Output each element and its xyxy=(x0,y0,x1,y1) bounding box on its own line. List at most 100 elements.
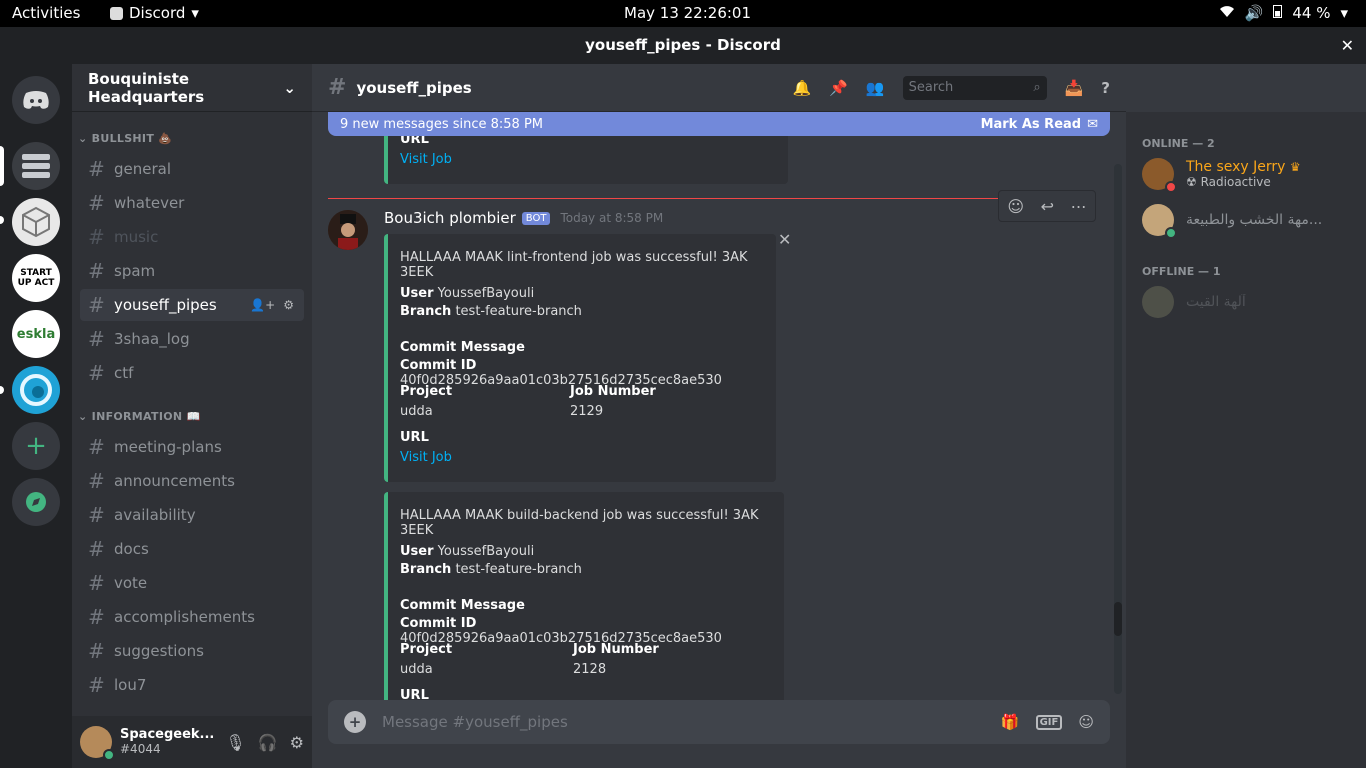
new-messages-bar[interactable]: 9 new messages since 8:58 PM Mark As Rea… xyxy=(328,112,1110,136)
bell-icon[interactable]: 🔔 xyxy=(793,79,812,97)
discord-logo-icon xyxy=(23,91,49,109)
help-icon[interactable]: ? xyxy=(1101,79,1110,97)
online-status-icon xyxy=(1165,227,1177,239)
channel-announcements[interactable]: # announcements xyxy=(80,465,304,497)
member-status: Radioactive xyxy=(1200,175,1271,189)
system-tray[interactable]: 🔊 44 % ▾ xyxy=(1219,4,1348,22)
channel-availability[interactable]: # availability xyxy=(80,499,304,531)
emoji-icon[interactable]: ☺ xyxy=(1078,713,1094,731)
channel-label: docs xyxy=(114,540,149,558)
hashtag-icon: # xyxy=(88,503,105,527)
offline-category: OFFLINE — 1 xyxy=(1142,265,1221,278)
visit-job-link[interactable]: Visit Job xyxy=(400,450,452,465)
gift-icon[interactable]: 🎁 xyxy=(1001,713,1020,731)
home-button[interactable] xyxy=(12,76,60,124)
clock[interactable]: May 13 22:26:01 xyxy=(624,4,751,22)
message-timestamp[interactable]: Today at 8:58 PM xyxy=(560,211,663,225)
activities-button[interactable]: Activities xyxy=(12,4,80,22)
server-header[interactable]: Bouquiniste Headquarters ⌄ xyxy=(72,64,312,112)
guild-cube[interactable] xyxy=(12,198,60,246)
channel-whatever[interactable]: # whatever xyxy=(80,187,304,219)
new-messages-divider xyxy=(328,198,1018,199)
cube-icon xyxy=(22,206,50,238)
unread-indicator xyxy=(0,216,4,224)
member-item[interactable]: مهة الخشب والطبيعة... xyxy=(1142,198,1362,242)
category-information[interactable]: ⌄ INFORMATION 📖 xyxy=(78,410,201,423)
search-input[interactable]: Search ⌕ xyxy=(902,75,1047,100)
user-label: User xyxy=(400,286,434,301)
guild-eskla[interactable]: eskla xyxy=(12,310,60,358)
add-server-button[interactable]: + xyxy=(12,422,60,470)
wifi-icon xyxy=(1219,4,1235,22)
pin-icon[interactable]: 📌 xyxy=(829,79,848,97)
category-label: BULLSHIT 💩 xyxy=(91,132,173,145)
guild-bouquiniste[interactable] xyxy=(12,142,60,190)
startup-act-logo: START UP ACT xyxy=(17,268,55,288)
radioactive-icon: ☢ xyxy=(1186,175,1197,189)
channel-general[interactable]: # general xyxy=(80,153,304,185)
active-guild-indicator xyxy=(0,146,4,186)
chevron-down-icon: ⌄ xyxy=(78,132,88,145)
member-item[interactable]: آلهة القيت xyxy=(1142,280,1362,324)
gear-icon[interactable]: ⚙ xyxy=(290,733,304,752)
channel-vote[interactable]: # vote xyxy=(80,567,304,599)
message-input[interactable]: Message #youseff_pipes xyxy=(382,713,568,731)
scrollbar-thumb[interactable] xyxy=(1114,602,1122,636)
microphone-icon[interactable]: 🎙 xyxy=(225,733,245,752)
window-title: youseff_pipes - Discord xyxy=(585,36,781,54)
user-info[interactable]: Spacegeek... #4044 xyxy=(120,728,214,757)
hashtag-icon: # xyxy=(88,361,105,385)
hashtag-icon: # xyxy=(88,259,105,283)
visit-job-link[interactable]: Visit Job xyxy=(400,152,452,167)
channel-label: whatever xyxy=(114,194,185,212)
avatar[interactable] xyxy=(80,726,115,761)
inbox-icon[interactable]: 📥 xyxy=(1065,79,1084,97)
plus-icon[interactable]: + xyxy=(344,711,366,733)
channel-lou7[interactable]: # lou7 xyxy=(80,669,304,701)
channel-accomplishements[interactable]: # accomplishements xyxy=(80,601,304,633)
channel-label: suggestions xyxy=(114,642,204,660)
user-value: YoussefBayouli xyxy=(437,286,535,301)
channel-music[interactable]: # music xyxy=(80,221,304,253)
mark-as-read-button[interactable]: Mark As Read xyxy=(981,117,1082,132)
gif-icon[interactable]: GIF xyxy=(1035,714,1063,730)
message-composer[interactable]: + Message #youseff_pipes 🎁 GIF ☺ xyxy=(328,700,1110,744)
system-topbar: Activities Discord ▾ May 13 22:26:01 🔊 4… xyxy=(0,0,1366,27)
add-reaction-icon[interactable]: ☺ xyxy=(1007,197,1024,216)
channel-spam[interactable]: # spam xyxy=(80,255,304,287)
member-name: The sexy Jerry xyxy=(1186,159,1286,175)
hashtag-icon: # xyxy=(88,469,105,493)
channel-meeting-plans[interactable]: # meeting-plans xyxy=(80,431,304,463)
member-item[interactable]: The sexy Jerry ♛ ☢ Radioactive xyxy=(1142,152,1362,196)
close-icon[interactable]: ✕ xyxy=(1341,27,1354,64)
message-author[interactable]: Bou3ich plombier xyxy=(384,209,516,227)
explore-servers-button[interactable] xyxy=(12,478,60,526)
headphones-icon[interactable]: 🎧 xyxy=(258,733,278,752)
channel-3shaa-log[interactable]: #3shaa_log xyxy=(80,323,304,355)
channel-label: meeting-plans xyxy=(114,438,222,456)
guild-wave[interactable] xyxy=(12,366,60,414)
avatar[interactable] xyxy=(328,210,368,250)
member-list: ONLINE — 2 The sexy Jerry ♛ ☢ Radioactiv… xyxy=(1126,112,1366,768)
guild-startup-act[interactable]: START UP ACT xyxy=(12,254,60,302)
books-icon xyxy=(22,154,50,178)
channel-suggestions[interactable]: # suggestions xyxy=(80,635,304,667)
user-panel: Spacegeek... #4044 🎙 🎧 ⚙ xyxy=(72,716,312,768)
channel-docs[interactable]: # docs xyxy=(80,533,304,565)
channel-youseff-pipes[interactable]: # youseff_pipes 👤+ ⚙ xyxy=(80,289,304,321)
channel-label: 3shaa_log xyxy=(114,330,190,348)
channel-ctf[interactable]: # ctf xyxy=(80,357,304,389)
embed-title: HALLAAA MAAK build-backend job was succe… xyxy=(400,508,759,538)
invite-icon[interactable]: 👤+ xyxy=(250,298,275,312)
gear-icon[interactable]: ⚙ xyxy=(283,298,294,312)
channel-header: # youseff_pipes 🔔 📌 👥 Search ⌕ 📥 ? xyxy=(312,64,1126,112)
members-icon[interactable]: 👥 xyxy=(866,79,885,97)
category-bullshit[interactable]: ⌄ BULLSHIT 💩 xyxy=(78,132,172,145)
app-menu[interactable]: Discord ▾ xyxy=(110,4,199,22)
embed-title: HALLAAA MAAK lint-frontend job was succe… xyxy=(400,250,748,280)
reply-icon[interactable]: ↩ xyxy=(1041,197,1054,216)
branch-value: test-feature-branch xyxy=(455,304,582,319)
close-icon[interactable]: ✕ xyxy=(778,230,791,249)
unread-indicator xyxy=(0,386,4,394)
more-icon[interactable]: ⋯ xyxy=(1071,197,1087,216)
